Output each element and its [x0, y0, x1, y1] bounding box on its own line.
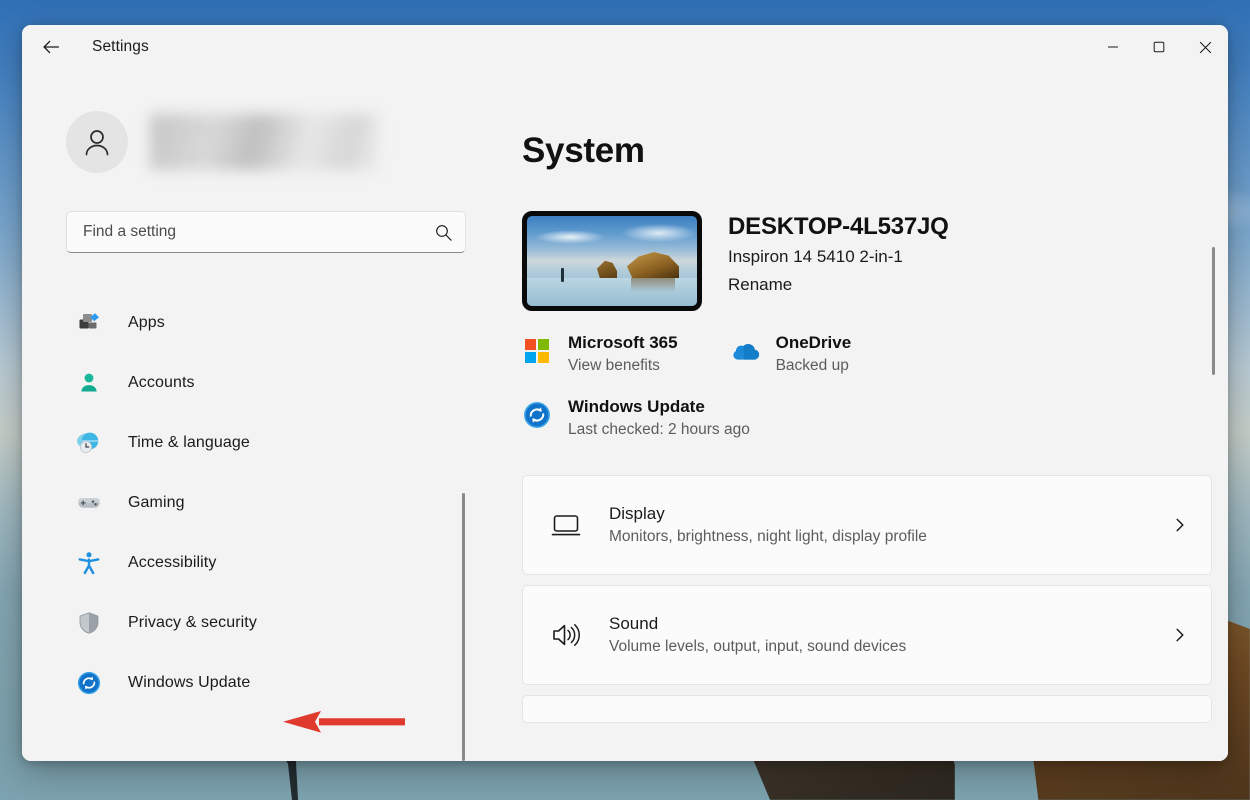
sidebar-scrollbar[interactable] — [458, 69, 470, 761]
card-text-group: Sound Volume levels, output, input, soun… — [609, 614, 1167, 656]
search-input[interactable] — [83, 223, 434, 241]
sidebar-item-gaming[interactable]: Gaming — [66, 473, 476, 533]
accessibility-person-icon — [76, 550, 102, 576]
account-block[interactable] — [66, 111, 482, 173]
search-box[interactable] — [66, 211, 466, 253]
caption-button-group — [1090, 25, 1228, 69]
main-scrollbar[interactable] — [1208, 69, 1220, 761]
minimize-icon — [1108, 46, 1118, 48]
minimize-button[interactable] — [1090, 25, 1136, 69]
accounts-person-icon — [76, 370, 102, 396]
settings-window: Settings Find a setting Apps Accounts Ti… — [22, 25, 1228, 761]
sidebar-item-label: Gaming — [128, 494, 185, 511]
status-text-group: OneDrive Backed up — [776, 333, 852, 375]
apps-icon — [76, 310, 102, 336]
windows-update-sync-icon — [522, 400, 552, 430]
device-summary: DESKTOP-4L537JQ Inspiron 14 5410 2-in-1 … — [522, 211, 1228, 311]
settings-card-next-partial[interactable] — [522, 695, 1212, 723]
status-onedrive[interactable]: OneDrive Backed up — [730, 333, 852, 375]
person-avatar-icon — [85, 130, 109, 156]
main-scrollbar-thumb[interactable] — [1212, 247, 1215, 375]
card-title: Display — [609, 504, 665, 523]
app-title: Settings — [92, 38, 149, 55]
back-arrow-icon — [43, 40, 60, 54]
status-title: OneDrive — [775, 333, 852, 352]
status-title: Windows Update — [568, 397, 705, 416]
title-bar: Settings — [22, 25, 1228, 69]
window-body: Apps Accounts — [22, 69, 1228, 761]
device-model: Inspiron 14 5410 2-in-1 — [728, 247, 903, 266]
sidebar-item-label: Accounts — [128, 374, 195, 391]
monitor-icon — [549, 508, 583, 542]
status-row-bottom: Windows Update Last checked: 2 hours ago — [522, 397, 1228, 439]
sidebar-item-apps[interactable]: Apps — [66, 293, 476, 353]
sidebar-scrollbar-thumb[interactable] — [462, 493, 465, 761]
status-row-top: Microsoft 365 View benefits OneDrive Bac… — [522, 333, 1228, 375]
status-text-group: Microsoft 365 View benefits — [568, 333, 678, 375]
sidebar-item-label: Apps — [128, 314, 165, 331]
back-button[interactable] — [34, 30, 68, 64]
onedrive-cloud-icon — [730, 336, 760, 366]
sidebar-item-privacy-security[interactable]: Privacy & security — [66, 593, 476, 653]
status-windows-update[interactable]: Windows Update Last checked: 2 hours ago — [522, 397, 750, 439]
sidebar-item-accounts[interactable]: Accounts — [66, 353, 476, 413]
chevron-right-icon[interactable] — [1167, 512, 1193, 538]
maximize-button[interactable] — [1136, 25, 1182, 69]
windows-update-sync-icon — [76, 670, 102, 696]
sidebar-nav-list: Apps Accounts Time & language Gaming Acc… — [66, 293, 476, 713]
sidebar-item-label: Privacy & security — [128, 614, 257, 631]
desktop-wallpaper: Settings Find a setting Apps Accounts Ti… — [0, 0, 1250, 800]
sidebar-item-time-language[interactable]: Time & language — [66, 413, 476, 473]
page-title: System — [522, 131, 645, 170]
status-subtitle: View benefits — [568, 357, 660, 374]
main-content: System DESKTOP-4L537JQ Inspiron 14 5410 … — [482, 69, 1228, 761]
sidebar: Apps Accounts — [22, 69, 482, 761]
account-name-redacted — [150, 114, 378, 170]
search-icon[interactable] — [434, 223, 453, 242]
sidebar-item-label: Windows Update — [128, 674, 251, 691]
sidebar-item-accessibility[interactable]: Accessibility — [66, 533, 476, 593]
speaker-icon — [549, 618, 583, 652]
device-wallpaper-thumbnail — [522, 211, 702, 311]
sidebar-item-label: Time & language — [128, 434, 250, 451]
sidebar-item-label: Accessibility — [128, 554, 217, 571]
shield-icon — [76, 610, 102, 636]
status-title: Microsoft 365 — [568, 333, 678, 352]
microsoft-logo-icon — [522, 336, 552, 366]
card-text-group: Display Monitors, brightness, night ligh… — [609, 504, 1167, 546]
settings-card-list: Display Monitors, brightness, night ligh… — [522, 475, 1228, 723]
avatar — [66, 111, 128, 173]
chevron-right-icon[interactable] — [1167, 622, 1193, 648]
card-subtitle: Volume levels, output, input, sound devi… — [609, 638, 907, 655]
status-subtitle: Backed up — [775, 357, 849, 374]
time-language-globe-clock-icon — [76, 430, 102, 456]
settings-card-sound[interactable]: Sound Volume levels, output, input, soun… — [522, 585, 1212, 685]
sidebar-item-windows-update[interactable]: Windows Update — [66, 653, 476, 713]
status-subtitle: Last checked: 2 hours ago — [568, 421, 750, 438]
status-text-group: Windows Update Last checked: 2 hours ago — [568, 397, 750, 439]
maximize-icon — [1153, 41, 1165, 53]
close-icon — [1199, 41, 1211, 53]
settings-card-display[interactable]: Display Monitors, brightness, night ligh… — [522, 475, 1212, 575]
status-microsoft-365[interactable]: Microsoft 365 View benefits — [522, 333, 678, 375]
device-name: DESKTOP-4L537JQ — [728, 213, 949, 240]
close-button[interactable] — [1182, 25, 1228, 69]
card-title: Sound — [609, 614, 659, 633]
rename-button[interactable]: Rename — [728, 275, 792, 295]
device-info: DESKTOP-4L537JQ Inspiron 14 5410 2-in-1 … — [728, 211, 949, 295]
card-subtitle: Monitors, brightness, night light, displ… — [609, 528, 927, 545]
gaming-controller-icon — [76, 490, 102, 516]
